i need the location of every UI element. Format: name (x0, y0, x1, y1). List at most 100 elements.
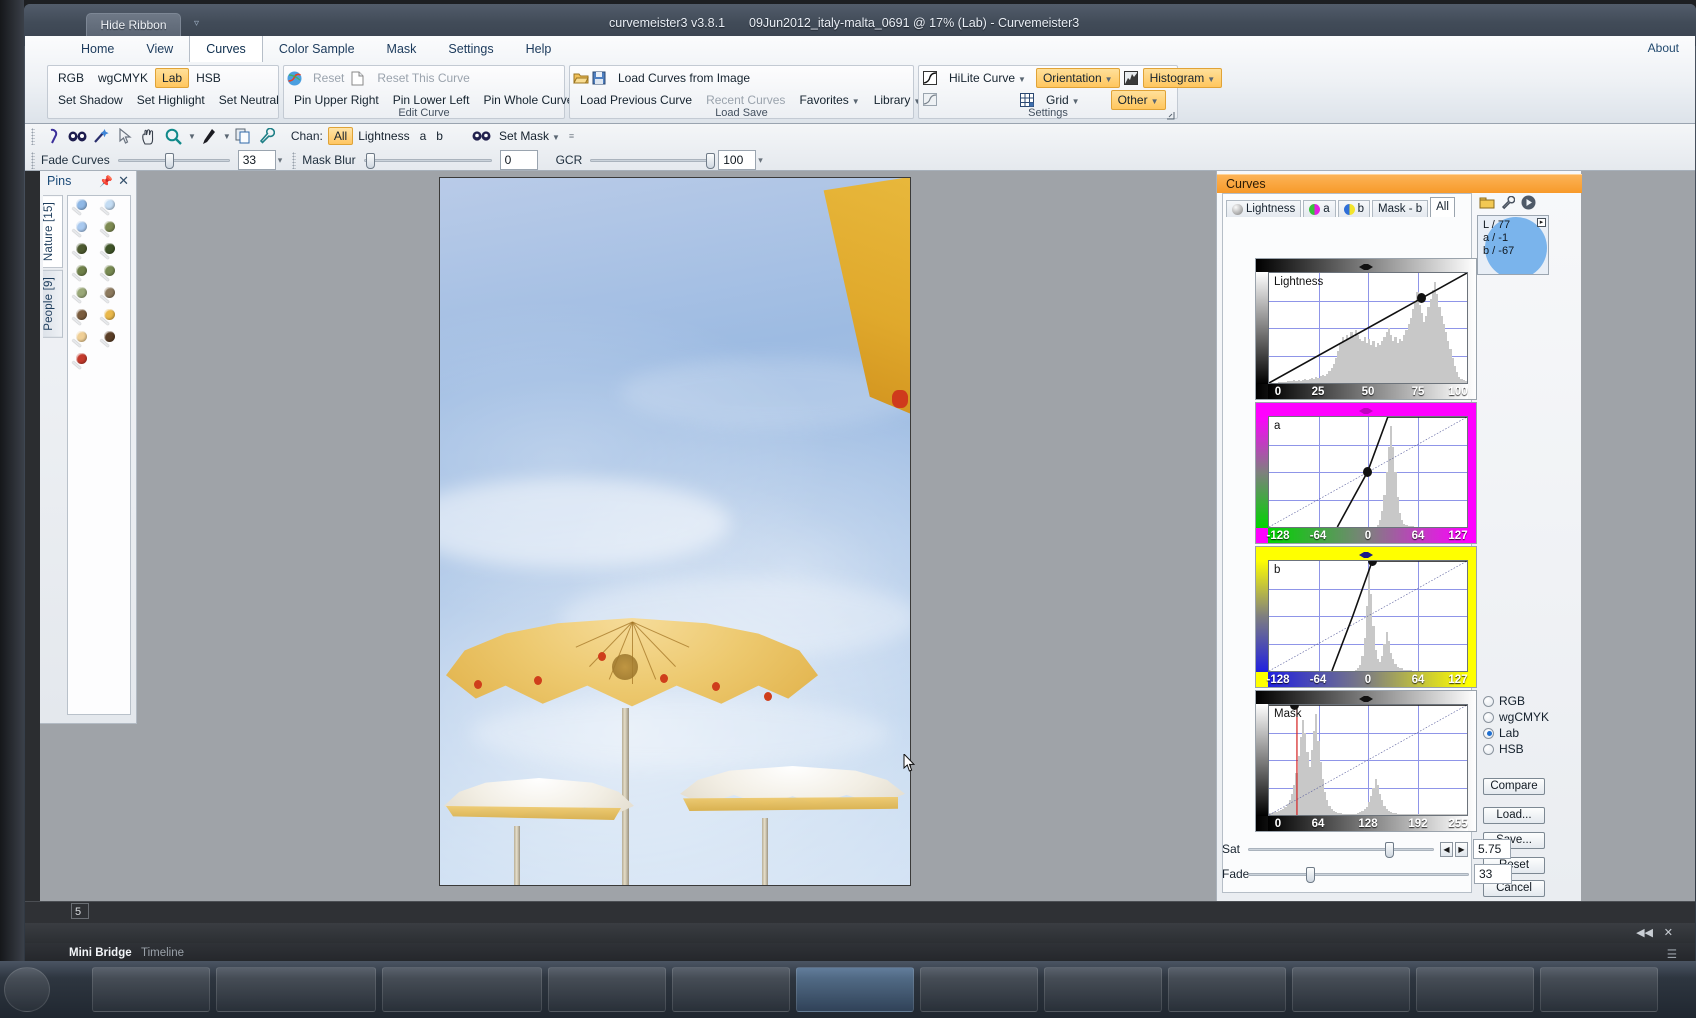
play-icon[interactable] (1521, 195, 1536, 213)
pin-swatch[interactable] (99, 221, 127, 243)
curve-tab-all[interactable]: All (1430, 197, 1455, 217)
ribbon-tab-curves[interactable]: Curves (189, 36, 263, 62)
ribbon-tab-mask[interactable]: Mask (371, 36, 433, 62)
fade-curves-spinner-icon[interactable]: ▾ (278, 155, 283, 166)
fade-thumb[interactable] (1305, 866, 1315, 883)
plot-area[interactable]: Mask (1268, 704, 1468, 816)
magic-wand-icon[interactable] (89, 125, 113, 147)
fade-curves-value[interactable]: 33 (237, 150, 276, 170)
close-icon[interactable]: ✕ (1664, 926, 1673, 939)
taskbar-item[interactable] (1292, 967, 1410, 1012)
curve-top-marker-icon[interactable] (1359, 692, 1373, 702)
pushpin-icon[interactable]: 📌 (99, 175, 113, 188)
reset-button[interactable]: Reset (306, 68, 351, 88)
pointer-icon[interactable] (113, 125, 137, 147)
pin-swatch[interactable] (99, 243, 127, 265)
gcr-slider[interactable] (590, 152, 715, 169)
pins-swatch-grid[interactable] (67, 195, 131, 715)
fade-slider[interactable] (1248, 866, 1469, 883)
taskbar-item[interactable] (1416, 967, 1534, 1012)
pin-swatch[interactable] (99, 331, 127, 353)
plot-area[interactable]: Lightness (1268, 272, 1468, 384)
pipe-wrench-icon[interactable] (255, 125, 279, 147)
zoom-caret-icon[interactable]: ▼ (188, 132, 196, 141)
panel-tab-mini-bridge[interactable]: Mini Bridge (69, 947, 132, 959)
toolbar-overflow-icon[interactable]: ≡ (569, 131, 574, 141)
curve-line[interactable] (1269, 273, 1467, 383)
curve-line[interactable] (1269, 561, 1467, 671)
curve-line[interactable] (1269, 705, 1467, 815)
sat-value[interactable]: 5.75 (1473, 839, 1511, 859)
sat-spin-down[interactable]: ◀ (1440, 841, 1453, 857)
gcr-spinner-icon[interactable]: ▾ (758, 155, 763, 166)
taskbar-item-active[interactable] (796, 967, 914, 1012)
curve-graph-lightness[interactable]: Lightness 0 25 50 75 100 (1255, 258, 1477, 400)
panel-menu-icon[interactable]: ☰ (1667, 947, 1677, 961)
ribbon-tab-view[interactable]: View (130, 36, 189, 62)
ribbon-tab-home[interactable]: Home (65, 36, 130, 62)
sat-thumb[interactable] (1385, 841, 1395, 858)
reset-this-curve-button[interactable]: Reset This Curve (370, 68, 476, 88)
fade-curves-slider[interactable] (117, 152, 230, 169)
curve-top-marker-icon[interactable] (1359, 260, 1373, 270)
zoom-magnifier-icon[interactable] (161, 125, 185, 147)
dialog-launcher-icon[interactable] (1167, 109, 1175, 120)
colorspace-hsb-button[interactable]: HSB (189, 68, 228, 88)
curve-graph-b[interactable]: b -128 -64 0 64 127 (1255, 546, 1477, 688)
compare-button[interactable]: Compare (1483, 778, 1545, 795)
ribbon-tab-color-sample[interactable]: Color Sample (263, 36, 371, 62)
radio-wgcmyk[interactable]: wgCMYK (1483, 709, 1549, 725)
slider-group-grip-1[interactable] (31, 151, 35, 169)
pin-swatch[interactable] (71, 331, 99, 353)
pin-swatch[interactable] (71, 199, 99, 221)
taskbar-item[interactable] (1044, 967, 1162, 1012)
curve-graph-mask[interactable]: Mask 0 64 128 192 255 (1255, 690, 1477, 832)
pin-swatch[interactable] (71, 265, 99, 287)
collapse-icon[interactable]: ◀◀ (1636, 926, 1653, 939)
taskbar-item[interactable] (92, 967, 210, 1012)
mask-blur-value[interactable]: 0 (499, 150, 538, 170)
pin-swatch[interactable] (71, 287, 99, 309)
mask-blur-thumb[interactable] (365, 152, 375, 169)
hide-ribbon-tab[interactable]: Hide Ribbon (86, 13, 181, 37)
pin-swatch[interactable] (99, 199, 127, 221)
taskbar-item[interactable] (382, 967, 542, 1012)
slider-group-grip-2[interactable] (292, 151, 297, 169)
pin-swatch[interactable] (99, 287, 127, 309)
hilite-curve-button[interactable]: HiLite Curve ▼ (942, 68, 1033, 88)
taskbar-item[interactable] (1540, 967, 1658, 1012)
pin-swatch[interactable] (71, 353, 99, 375)
pin-swatch[interactable] (71, 221, 99, 243)
ribbon-tab-settings[interactable]: Settings (432, 36, 509, 62)
radio-rgb[interactable]: RGB (1483, 693, 1549, 709)
radio-lab[interactable]: Lab (1483, 725, 1549, 741)
curve-tab-lightness[interactable]: Lightness (1226, 200, 1302, 217)
gcr-thumb[interactable] (705, 152, 715, 169)
channel-a-button[interactable]: a (415, 128, 432, 144)
curve-control-point[interactable] (1363, 466, 1373, 477)
set-mask-button[interactable]: Set Mask ▼ (494, 128, 565, 144)
taskbar-item[interactable] (548, 967, 666, 1012)
pin-swatch[interactable] (71, 309, 99, 331)
taskbar-item[interactable] (216, 967, 376, 1012)
curve-tab-b[interactable]: b (1337, 200, 1371, 217)
about-link[interactable]: About (1648, 41, 1679, 55)
sat-slider[interactable] (1248, 841, 1434, 858)
mask-eyes-icon[interactable] (470, 125, 494, 147)
taskbar-item[interactable] (1168, 967, 1286, 1012)
curve-top-marker-icon[interactable] (1359, 548, 1373, 558)
curve-tab-a[interactable]: a (1303, 200, 1336, 217)
plot-area[interactable]: b (1268, 560, 1468, 672)
gcr-value[interactable]: 100 (718, 150, 757, 170)
chevron-down-icon[interactable]: ▿ (194, 18, 199, 29)
eyedropper-caret-icon[interactable]: ▼ (223, 132, 231, 141)
pin-swatch[interactable] (99, 265, 127, 287)
pin-swatch[interactable] (99, 309, 127, 331)
pin-swatch[interactable] (71, 243, 99, 265)
mask-blur-slider[interactable] (363, 152, 492, 169)
curve-graph-a[interactable]: a -128 -64 0 64 127 (1255, 402, 1477, 544)
colorspace-wgcmyk-button[interactable]: wgCMYK (91, 68, 155, 88)
sat-spin-up[interactable]: ▶ (1455, 841, 1468, 857)
taskbar-item[interactable] (672, 967, 790, 1012)
pins-tab-nature[interactable]: Nature [15] (43, 195, 63, 269)
